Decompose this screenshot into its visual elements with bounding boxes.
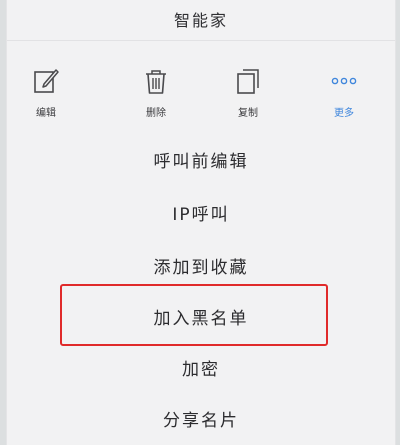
copy-label: 复制 [238,108,258,119]
delete-label: 删除 [146,108,166,119]
trash-icon [141,66,171,96]
sheet-title: 智能家 [173,11,228,30]
menu-item-share-card[interactable]: 分享名片 [7,401,395,441]
menu-item-encrypt[interactable]: 加密 [7,350,395,390]
menu-item-ip-call[interactable]: IP呼叫 [7,195,395,235]
edit-icon [31,66,61,96]
copy-button[interactable]: 复制 [213,62,283,122]
contact-options-sheet: 智能家 编辑 删除 复制 更多 呼叫前编辑 IP呼叫 添加到收藏 加入黑名单 加… [6,0,396,445]
edit-label: 编辑 [36,108,56,119]
delete-button[interactable]: 删除 [121,62,191,122]
more-dots-icon [329,66,359,96]
more-button[interactable]: 更多 [309,62,379,122]
more-label: 更多 [334,108,354,119]
copy-icon [233,66,263,96]
edit-button[interactable]: 编辑 [11,62,81,122]
menu-item-edit-before-call[interactable]: 呼叫前编辑 [7,142,395,182]
menu-item-add-to-blacklist[interactable]: 加入黑名单 [7,299,395,339]
menu-item-add-to-favorites[interactable]: 添加到收藏 [7,248,395,288]
title-divider [7,40,395,41]
action-bar: 编辑 删除 复制 更多 [7,62,395,122]
